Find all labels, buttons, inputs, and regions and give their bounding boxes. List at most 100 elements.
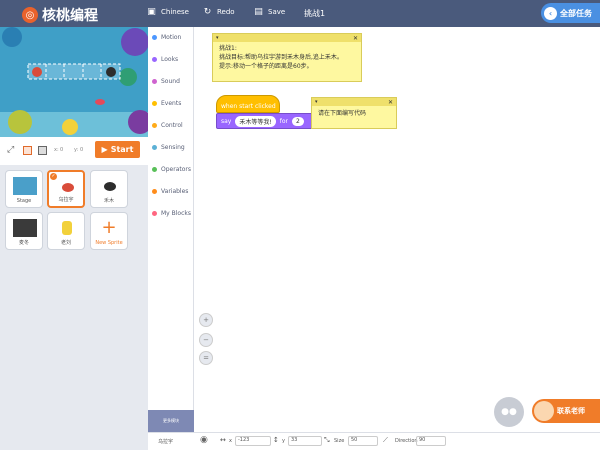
- sprite-tile-hemu[interactable]: 禾木: [90, 170, 128, 208]
- backpack-toggle[interactable]: ●●: [494, 397, 524, 427]
- zoom-out-icon: −: [203, 336, 209, 344]
- plus-icon: +: [101, 217, 117, 238]
- category-dot: [152, 79, 157, 84]
- teacher-avatar: [534, 401, 554, 421]
- start-button[interactable]: ▶ Start: [95, 141, 140, 158]
- small-stage-icon[interactable]: [23, 146, 32, 155]
- category-label: My Blocks: [161, 210, 191, 217]
- brand-logo[interactable]: ◎ 核桃编程: [22, 5, 98, 25]
- sprite-tile-wulayu[interactable]: ✓ 乌拉宇: [47, 170, 85, 208]
- category-sensing[interactable]: Sensing: [152, 144, 185, 151]
- sprite-tile-maidong[interactable]: 麦冬: [5, 212, 43, 250]
- stage-tile-label: Stage: [16, 198, 32, 204]
- sprite-label: 老刘: [60, 240, 71, 246]
- note-line: 挑战1:: [219, 45, 237, 52]
- laoliu-thumbnail: [55, 219, 79, 237]
- globe-icon: ▣: [147, 6, 156, 17]
- backpack-icon: ●●: [501, 407, 517, 417]
- direction-value-field[interactable]: 90: [416, 436, 446, 446]
- save-icon: ▤: [254, 6, 263, 17]
- category-events[interactable]: Events: [152, 100, 181, 107]
- all-tasks-button[interactable]: ‹ 全部任务: [541, 3, 600, 23]
- for-value-input[interactable]: 2: [292, 116, 304, 126]
- hat-block[interactable]: when start clicked: [216, 95, 280, 113]
- y-value-field[interactable]: 33: [288, 436, 322, 446]
- zoom-reset-icon: =: [203, 354, 209, 362]
- stage-y-label: y:: [74, 147, 79, 153]
- note-header: ▾ ✕: [312, 98, 396, 106]
- note-close-icon[interactable]: ✕: [388, 98, 393, 107]
- stage-tile[interactable]: Stage: [5, 170, 43, 208]
- save-label: Save: [268, 7, 286, 16]
- sprite-label: 麦冬: [18, 240, 29, 246]
- back-arrow-icon: ‹: [544, 6, 557, 20]
- stage-canvas[interactable]: [0, 27, 148, 137]
- maidong-thumbnail: [13, 219, 37, 237]
- redo-button[interactable]: ↻ Redo: [202, 6, 235, 17]
- note-close-icon[interactable]: ✕: [353, 34, 358, 43]
- language-label: Chinese: [161, 7, 189, 16]
- category-motion[interactable]: Motion: [152, 34, 181, 41]
- sprite-label: 禾木: [103, 198, 114, 204]
- category-dot: [152, 167, 157, 172]
- category-label: Sound: [161, 78, 180, 85]
- zoom-in-icon: +: [203, 316, 209, 324]
- x-label: x: [229, 438, 232, 444]
- sprite-label: 乌拉宇: [58, 197, 74, 203]
- category-control[interactable]: Control: [152, 122, 183, 129]
- hemu-thumbnail: [98, 177, 122, 195]
- category-label: Control: [161, 122, 183, 129]
- category-sound[interactable]: Sound: [152, 78, 180, 85]
- category-dot: [152, 57, 157, 62]
- zoom-reset-button[interactable]: =: [199, 351, 213, 365]
- category-operators[interactable]: Operators: [152, 166, 191, 173]
- large-stage-icon[interactable]: [38, 146, 47, 155]
- category-looks[interactable]: Looks: [152, 56, 178, 63]
- code-hint-note[interactable]: ▾ ✕ 请在下面编写代码: [311, 97, 397, 129]
- category-my-blocks[interactable]: My Blocks: [152, 210, 191, 217]
- stage-x-label: x:: [54, 147, 59, 153]
- category-variables[interactable]: Variables: [152, 188, 188, 195]
- brand-name: 核桃编程: [42, 8, 98, 24]
- category-label: Operators: [161, 166, 191, 173]
- play-icon: ▶: [101, 145, 108, 154]
- x-value-field[interactable]: -123: [235, 436, 271, 446]
- size-value-field[interactable]: 50: [348, 436, 378, 446]
- project-title: 挑战1: [304, 9, 326, 18]
- code-workspace[interactable]: ▾ ✕ 挑战1: 挑战目标:帮助乌拉宇游到禾木身后,追上禾木。 提示:移动一个格子…: [194, 27, 600, 432]
- note-collapse-icon[interactable]: ▾: [315, 98, 318, 107]
- category-label: Looks: [161, 56, 179, 63]
- category-dot: [152, 145, 157, 150]
- size-label: Size: [334, 438, 345, 444]
- say-block[interactable]: say 禾木等等我! for 2: [216, 113, 316, 129]
- hat-block-label: when start clicked: [221, 103, 276, 110]
- stage-thumbnail: [13, 177, 37, 195]
- language-button[interactable]: ▣ Chinese: [146, 6, 189, 17]
- visibility-eye-icon[interactable]: ◉: [200, 435, 208, 445]
- new-sprite-label: New Sprite: [95, 240, 123, 246]
- move-y-icon: ↕: [273, 436, 279, 444]
- category-dot: [152, 35, 157, 40]
- sprite-tile-laoliu[interactable]: 老刘: [47, 212, 85, 250]
- contact-teacher-label: 联系老师: [557, 407, 585, 415]
- sprite-name: 乌拉宇: [158, 439, 174, 445]
- sprite-info-bar: 乌拉宇 ◉ ↔ x -123 ↕ y 33 ⤡ Size 50 ⟋ Direct…: [148, 432, 600, 450]
- new-sprite-button[interactable]: + New Sprite: [90, 212, 128, 250]
- start-label: Start: [110, 145, 134, 154]
- save-button[interactable]: ▤ Save: [253, 6, 285, 17]
- category-label: Events: [161, 100, 182, 107]
- note-line: 提示:移动一个格子的距离是60步。: [219, 63, 313, 70]
- fullscreen-icon[interactable]: ⤢: [7, 145, 14, 155]
- category-dot: [152, 101, 157, 106]
- zoom-out-button[interactable]: −: [199, 333, 213, 347]
- contact-teacher-button[interactable]: 联系老师: [532, 399, 600, 423]
- y-label: y: [282, 438, 285, 444]
- note-header: ▾ ✕: [213, 34, 361, 42]
- say-text-input[interactable]: 禾木等等我!: [235, 115, 276, 127]
- sprite-panel: Stage ✓ 乌拉宇 禾木 麦冬 老刘 + New Sprite: [0, 165, 148, 450]
- challenge-note[interactable]: ▾ ✕ 挑战1: 挑战目标:帮助乌拉宇游到禾木身后,追上禾木。 提示:移动一个格子…: [212, 33, 362, 82]
- more-blocks-button[interactable]: 更多模块: [148, 410, 194, 432]
- note-collapse-icon[interactable]: ▾: [216, 34, 219, 43]
- zoom-in-button[interactable]: +: [199, 313, 213, 327]
- size-arrows-icon: ⤡: [324, 436, 330, 444]
